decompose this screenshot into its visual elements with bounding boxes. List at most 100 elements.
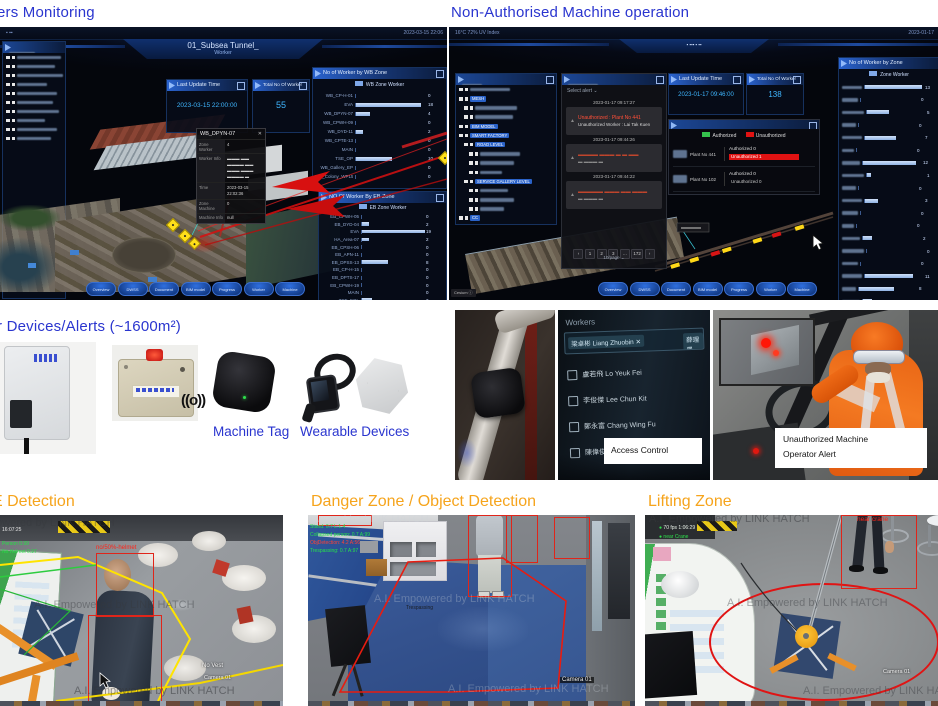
- nav-button[interactable]: BIM model: [693, 282, 723, 296]
- tree-checkbox[interactable]: [465, 97, 469, 101]
- bar-row: 2: [842, 295, 937, 300]
- tree-row[interactable]: [456, 186, 556, 195]
- tree-checkbox[interactable]: [469, 207, 473, 211]
- bar-row: TSE_EOL 3: [321, 297, 444, 300]
- popup-row: Zone Worker 4: [197, 139, 265, 153]
- nav-button[interactable]: Worker: [756, 282, 786, 296]
- tree-checkbox[interactable]: [469, 198, 473, 202]
- selected-worker-chip[interactable]: 梁卓彬 Liang Zhuobin ✕: [568, 335, 644, 350]
- tree-checkbox[interactable]: [469, 152, 473, 156]
- layer-checkbox[interactable]: [12, 83, 16, 87]
- bar-row: 0: [842, 182, 937, 195]
- tree-row[interactable]: MESH: [456, 94, 556, 103]
- per-page-select[interactable]: 10/page ⌄: [562, 255, 666, 261]
- nav-button[interactable]: DWSS: [630, 282, 660, 296]
- layer-checkbox[interactable]: [12, 65, 16, 69]
- auth-row: Plant No 102 Authorized 0 Unauthorized 0: [673, 167, 815, 192]
- tree-checkbox[interactable]: [469, 189, 473, 193]
- warning-icon: ▲: [570, 192, 575, 198]
- tree-checkbox[interactable]: [475, 198, 479, 202]
- tree-checkbox[interactable]: [475, 171, 479, 175]
- tree-checkbox[interactable]: [469, 171, 473, 175]
- tree-checkbox[interactable]: [475, 207, 479, 211]
- worker-search-field[interactable]: 梁卓彬 Liang Zhuobin ✕ 薛理鳳: [564, 328, 705, 355]
- layer-checkbox[interactable]: [6, 83, 10, 87]
- nav-button[interactable]: Document: [661, 282, 691, 296]
- nav-button[interactable]: Progress: [724, 282, 754, 296]
- thumbnail-strip: [0, 701, 283, 706]
- tree-checkbox[interactable]: [464, 115, 468, 119]
- tree-checkbox[interactable]: [465, 88, 469, 92]
- selected-worker-chip[interactable]: 薛理鳳: [683, 333, 704, 355]
- layer-row[interactable]: [3, 71, 65, 80]
- last-update-value: 2023-01-17 09:46:00: [669, 92, 743, 98]
- worker-checkbox[interactable]: [568, 396, 578, 406]
- tree-row[interactable]: CC: [456, 214, 556, 223]
- total-worker-panel: Total No Of Worker 138: [746, 73, 804, 115]
- layer-checkbox[interactable]: [12, 56, 16, 60]
- layer-checkbox[interactable]: [12, 74, 16, 78]
- expand-icon[interactable]: [793, 76, 801, 84]
- tree-checkbox[interactable]: [470, 180, 474, 184]
- expand-icon[interactable]: [733, 76, 741, 84]
- nav-button[interactable]: Machine: [787, 282, 817, 296]
- tree-row[interactable]: [456, 204, 556, 213]
- tree-checkbox[interactable]: [459, 97, 463, 101]
- tree-checkbox[interactable]: [469, 161, 473, 165]
- tree-row[interactable]: [456, 103, 556, 112]
- worker-checkbox[interactable]: [569, 422, 579, 432]
- tree-checkbox[interactable]: [465, 134, 469, 138]
- layer-checkbox[interactable]: [6, 65, 10, 69]
- tree-checkbox[interactable]: [470, 115, 474, 119]
- tree-checkbox[interactable]: [475, 161, 479, 165]
- tree-row[interactable]: BIM MODEL: [456, 122, 556, 131]
- expand-icon[interactable]: [656, 76, 664, 84]
- dashboard-header: ▪ ▪▪▪ ▪ ▪▪: [619, 39, 769, 53]
- tree-checkbox[interactable]: [459, 134, 463, 138]
- auth-row: Plant No 441 Authorized 0 Unauthorized 1: [673, 142, 815, 167]
- wb-chart-title: No of Worker by WB Zone: [323, 70, 387, 76]
- worker-checkbox[interactable]: [567, 370, 577, 380]
- layer-row[interactable]: [3, 53, 65, 62]
- alert-filter-select[interactable]: Select alert ⌄: [567, 88, 598, 94]
- tree-checkbox[interactable]: [470, 143, 474, 147]
- tree-row[interactable]: [456, 195, 556, 204]
- layers-tree-panel: MESH: [455, 73, 557, 225]
- wireless-signal-icon: ((o)): [181, 392, 205, 409]
- tree-checkbox[interactable]: [475, 189, 479, 193]
- alert-card[interactable]: 2023-01-17 09:17:27 ▲ Unauthorized : Pla…: [566, 100, 662, 135]
- tree-checkbox[interactable]: [464, 143, 468, 147]
- topbar-clock: 2023-03-15 22:06: [404, 30, 443, 36]
- alert-card[interactable]: 2023-01-17 09:44:22 ▲ ▬▬▬▬▬ ▬▬▬ ▬▬ ▬▬▬ ▬…: [566, 174, 662, 209]
- tree-row[interactable]: [456, 159, 556, 168]
- tree-row[interactable]: [456, 149, 556, 158]
- expand-icon[interactable]: [436, 70, 444, 78]
- tree-checkbox[interactable]: [465, 125, 469, 129]
- tree-checkbox[interactable]: [459, 88, 463, 92]
- nav-button[interactable]: Overview: [598, 282, 628, 296]
- layer-checkbox[interactable]: [6, 56, 10, 60]
- alert-line2: Unauthorized Worker : Lai Tak Kuen: [578, 122, 650, 127]
- tree-checkbox[interactable]: [465, 216, 469, 220]
- tree-checkbox[interactable]: [459, 216, 463, 220]
- expand-icon[interactable]: [546, 76, 554, 84]
- tree-checkbox[interactable]: [464, 180, 468, 184]
- layer-checkbox[interactable]: [6, 74, 10, 78]
- tree-row[interactable]: ROAD LEVEL: [456, 140, 556, 149]
- cesium-attribution[interactable]: Cesium ⓘ: [451, 289, 476, 297]
- layer-row[interactable]: [3, 62, 65, 71]
- tree-row[interactable]: [456, 85, 556, 94]
- watermark: A.I. Empowered by LINK HATCH: [649, 515, 810, 525]
- tree-checkbox[interactable]: [459, 125, 463, 129]
- last-update-panel: Last Update Time 2023-01-17 09:46:00: [668, 73, 744, 115]
- expand-icon[interactable]: [809, 122, 817, 129]
- tree-checkbox[interactable]: [464, 106, 468, 110]
- tree-row[interactable]: SMART FACTORY: [456, 131, 556, 140]
- tree-row[interactable]: SERVICE GALLERY LEVEL: [456, 177, 556, 186]
- tree-checkbox[interactable]: [470, 106, 474, 110]
- tree-row[interactable]: [456, 168, 556, 177]
- tree-checkbox[interactable]: [475, 152, 479, 156]
- close-icon[interactable]: ✕: [258, 131, 262, 137]
- tree-row[interactable]: [456, 113, 556, 122]
- alert-card[interactable]: 2023-01-17 09:44:26 ▲ ▬▬▬▬ ▬▬▬ ▬ ▬ ▬▬ ▬ …: [566, 137, 662, 172]
